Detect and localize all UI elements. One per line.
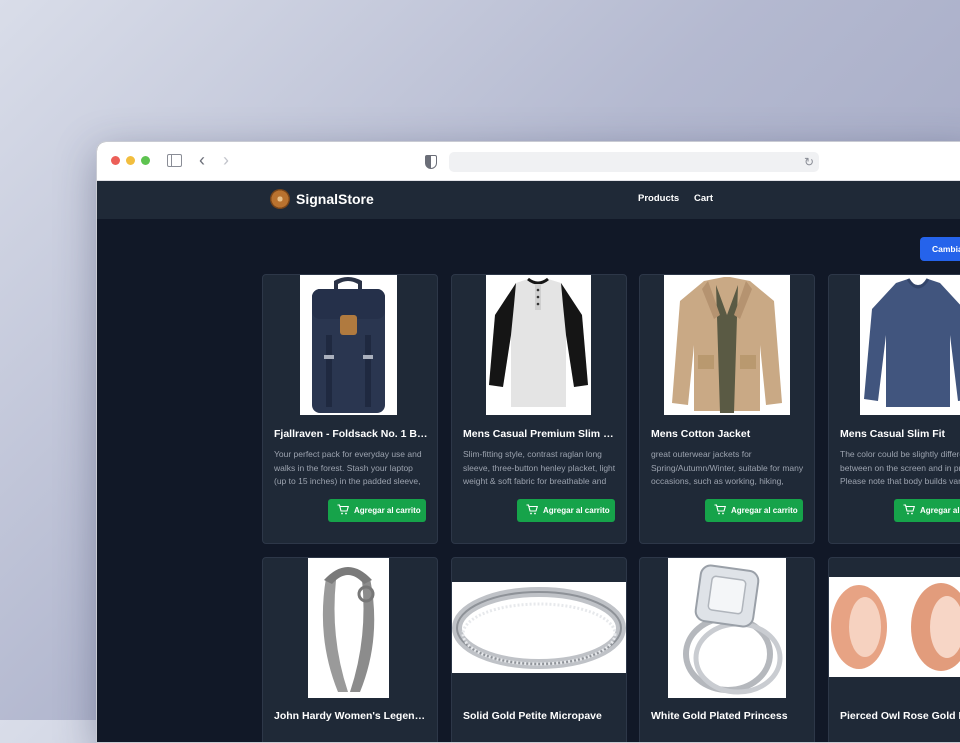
address-bar[interactable]: ↻ xyxy=(449,152,819,172)
product-title[interactable]: Fjallraven - Foldsack No. 1 Backpack, Fi… xyxy=(274,428,429,440)
nav-products-link[interactable]: Products xyxy=(638,193,679,204)
product-description: Your perfect pack for everyday use and w… xyxy=(274,449,422,486)
product-card[interactable]: Mens Casual Premium Slim Fit T-Shirts Sl… xyxy=(451,274,627,544)
browser-toolbar: ‹ › ↻ xyxy=(97,142,960,181)
add-to-cart-label: Agregar al carrito xyxy=(731,506,798,515)
add-to-cart-label: Agregar al carrito xyxy=(354,506,421,515)
rose-gold-tunnels-image[interactable] xyxy=(829,577,960,677)
product-title[interactable]: Mens Casual Slim Fit xyxy=(840,428,960,440)
long-sleeve-shirt-image[interactable] xyxy=(860,275,960,415)
sidebar-toggle-icon[interactable] xyxy=(167,154,182,167)
add-to-cart-button[interactable]: Agregar al carrito xyxy=(517,499,615,522)
product-description: great outerwear jackets for Spring/Autum… xyxy=(651,449,804,486)
product-title[interactable]: Pierced Owl Rose Gold Plated Stainless S… xyxy=(840,710,960,722)
product-description: Slim-fitting style, contrast raglan long… xyxy=(463,449,616,486)
henley-shirt-image[interactable] xyxy=(486,275,591,415)
close-window-button[interactable] xyxy=(111,156,120,165)
browser-window: ‹ › ↻ SignalStore Products Cart Cambiar … xyxy=(96,141,960,743)
nav-cart-link[interactable]: Cart xyxy=(694,193,713,204)
princess-ring-set-image[interactable] xyxy=(668,558,786,698)
maximize-window-button[interactable] xyxy=(141,156,150,165)
logo-icon[interactable] xyxy=(270,189,290,209)
change-language-button[interactable]: Cambiar idioma xyxy=(920,237,960,261)
product-description: The color could be slightly different be… xyxy=(840,449,960,486)
product-title[interactable]: Mens Cotton Jacket xyxy=(651,428,806,440)
product-title[interactable]: Mens Casual Premium Slim Fit T-Shirts xyxy=(463,428,618,440)
add-to-cart-button[interactable]: Agregar al carrito xyxy=(705,499,803,522)
product-card[interactable]: Fjallraven - Foldsack No. 1 Backpack, Fi… xyxy=(262,274,438,544)
product-card[interactable]: Mens Casual Slim Fit The color could be … xyxy=(828,274,960,544)
add-to-cart-button[interactable]: Agregar al carrito xyxy=(894,499,960,522)
product-title[interactable]: White Gold Plated Princess xyxy=(651,710,806,722)
cart-icon xyxy=(526,504,539,515)
product-title[interactable]: John Hardy Women's Legends Naga Gold & S… xyxy=(274,710,429,722)
backpack-image[interactable] xyxy=(300,275,397,415)
add-to-cart-label: Agregar al carrito xyxy=(920,506,960,515)
add-to-cart-label: Agregar al carrito xyxy=(543,506,610,515)
cart-icon xyxy=(337,504,350,515)
silver-band-ring-image[interactable] xyxy=(452,582,626,673)
cart-icon xyxy=(714,504,727,515)
product-title[interactable]: Solid Gold Petite Micropave xyxy=(463,710,618,722)
product-card[interactable]: Solid Gold Petite Micropave xyxy=(451,557,627,742)
main-content: Cambiar idioma Fjallraven xyxy=(97,219,960,742)
cart-icon xyxy=(903,504,916,515)
forward-arrow-icon[interactable]: › xyxy=(223,151,229,169)
product-card[interactable]: Pierced Owl Rose Gold Plated Stainless S… xyxy=(828,557,960,742)
privacy-shield-icon[interactable] xyxy=(425,155,437,169)
product-card[interactable]: Mens Cotton Jacket great outerwear jacke… xyxy=(639,274,815,544)
back-arrow-icon[interactable]: ‹ xyxy=(199,151,205,169)
add-to-cart-button[interactable]: Agregar al carrito xyxy=(328,499,426,522)
reload-icon[interactable]: ↻ xyxy=(804,155,814,169)
minimize-window-button[interactable] xyxy=(126,156,135,165)
product-card[interactable]: White Gold Plated Princess xyxy=(639,557,815,742)
brand-name[interactable]: SignalStore xyxy=(296,191,374,207)
dragon-bracelet-image[interactable] xyxy=(308,558,389,698)
product-card[interactable]: John Hardy Women's Legends Naga Gold & S… xyxy=(262,557,438,742)
cotton-jacket-image[interactable] xyxy=(664,275,790,415)
site-header: SignalStore Products Cart xyxy=(97,181,960,220)
